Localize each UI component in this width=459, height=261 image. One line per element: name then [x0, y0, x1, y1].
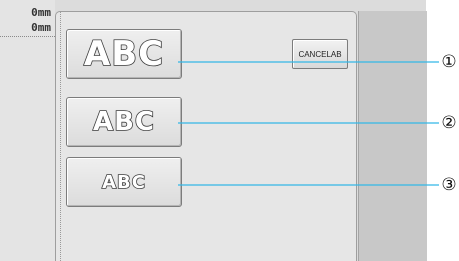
callout-lines [178, 61, 439, 186]
callout-marker-3: ③ [441, 175, 457, 195]
callout-marker-1: ① [441, 52, 457, 72]
callout-marker-2: ② [441, 113, 457, 133]
